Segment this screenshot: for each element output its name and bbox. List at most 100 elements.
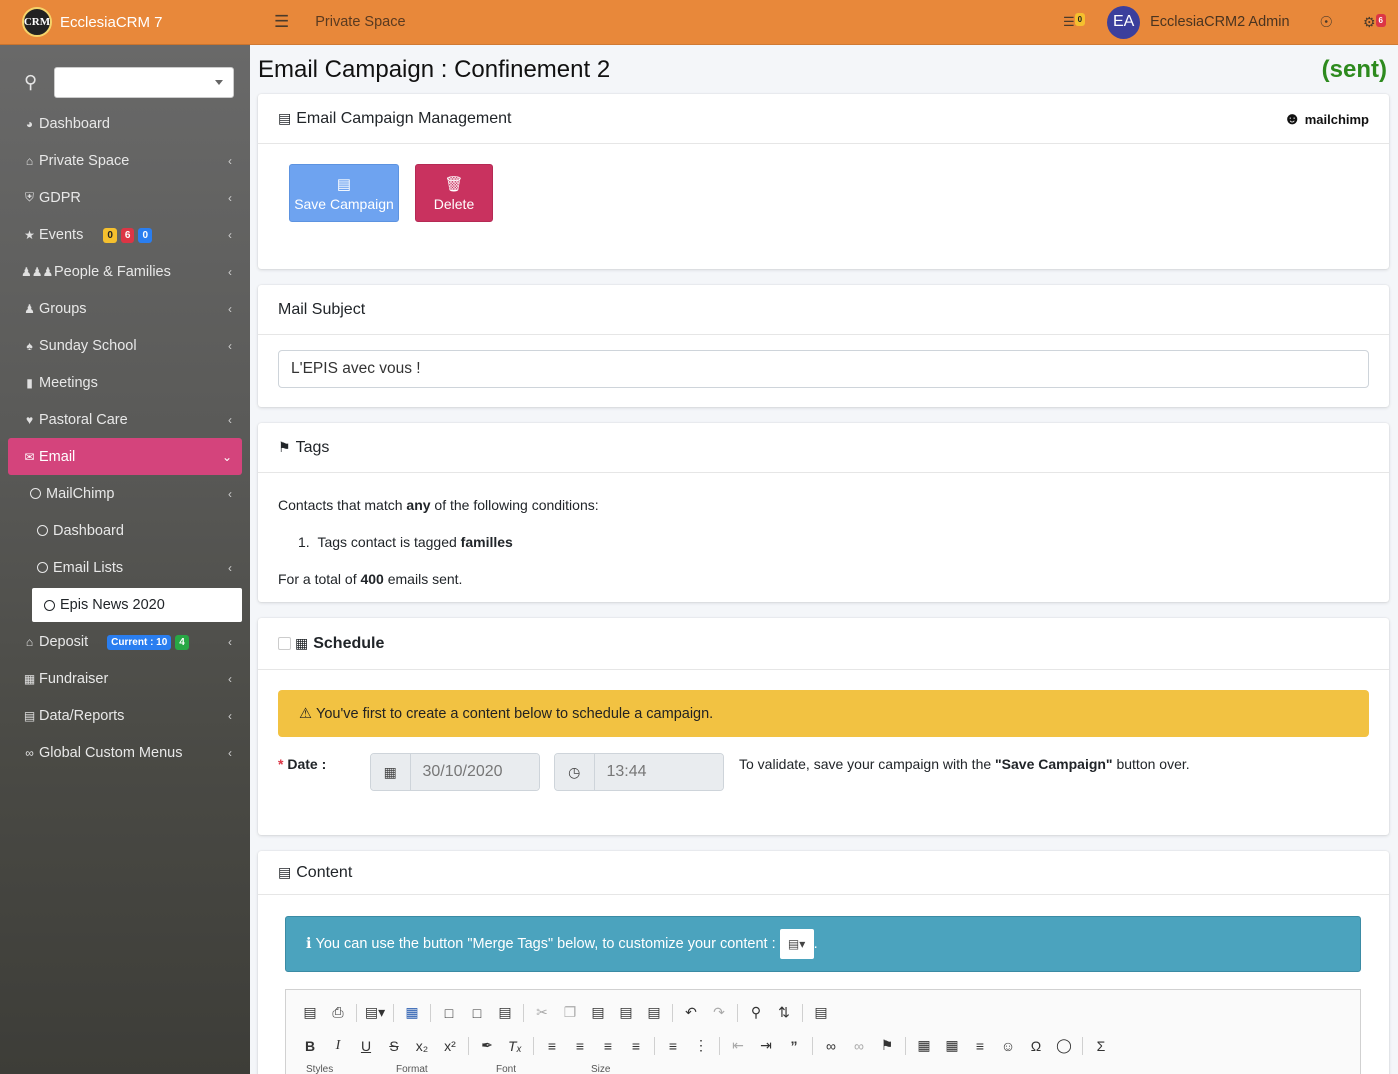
sidebar-item-private-space[interactable]: ⌂ Private Space ‹ <box>0 142 250 179</box>
new-page-icon[interactable]: □ <box>435 1005 463 1021</box>
sidebar-item-email-lists[interactable]: Email Lists ‹ <box>0 549 250 586</box>
brand[interactable]: CRM EcclesiaCRM 7 <box>0 0 250 45</box>
cut-icon[interactable]: ✂ <box>528 1004 556 1021</box>
sidebar-item-label: Fundraiser <box>39 670 109 687</box>
smiley-icon[interactable]: ☺ <box>994 1038 1022 1054</box>
subscript-icon[interactable]: x₂ <box>408 1038 436 1054</box>
child-icon: ♠ <box>26 338 33 353</box>
sidebar-item-global-custom-menus[interactable]: ∞ Global Custom Menus ‹ <box>0 734 250 771</box>
numbered-list-icon[interactable]: ≡ <box>659 1038 687 1054</box>
merge-tags-info-text: You can use the button "Merge Tags" belo… <box>315 936 776 952</box>
users-icon: ♟ <box>24 301 35 316</box>
indent-icon[interactable]: ⇥ <box>752 1037 780 1054</box>
search-select[interactable] <box>54 66 234 98</box>
time-input[interactable]: 13:44 <box>594 754 723 790</box>
chevron-left-icon: ‹ <box>228 339 232 353</box>
template-icon[interactable]: ▤▾ <box>361 1004 389 1021</box>
schedule-checkbox[interactable] <box>278 637 291 650</box>
align-right-icon[interactable]: ≡ <box>594 1038 622 1054</box>
paste-word-icon[interactable]: ▤ <box>640 1004 668 1021</box>
bold-icon[interactable]: B <box>296 1038 324 1054</box>
cart-button[interactable]: ☰ 0 <box>1063 13 1086 30</box>
sidebar-item-dashboard[interactable]: ◕ Dashboard <box>0 105 250 142</box>
sidebar-item-pastoral-care[interactable]: ♥ Pastoral Care ‹ <box>0 401 250 438</box>
save-icon[interactable]: ▦ <box>398 1004 426 1021</box>
format-painter-icon[interactable]: ✒ <box>473 1037 501 1054</box>
avatar[interactable]: EA <box>1107 5 1141 39</box>
total-count: 400 <box>360 571 384 587</box>
templates-icon[interactable]: ▤ <box>491 1004 519 1021</box>
underline-icon[interactable]: U <box>352 1038 380 1054</box>
file-icon: ▤ <box>278 864 292 880</box>
hint-text-end: button over. <box>1112 756 1190 772</box>
required-mark: * <box>278 756 288 772</box>
sidebar-item-events[interactable]: ★ Events 060 ‹ <box>0 216 250 253</box>
time-picker[interactable]: ◷ 13:44 <box>554 753 724 791</box>
sidebar-item-email[interactable]: ✉ Email ⌄ <box>8 438 242 475</box>
sidebar-item-deposit[interactable]: ⌂ Deposit Current : 10 4 ‹ <box>0 623 250 660</box>
sidebar-item-meetings[interactable]: ▮ Meetings <box>0 364 250 401</box>
paste-icon[interactable]: ▤ <box>584 1004 612 1021</box>
blank-page-icon[interactable]: □ <box>463 1005 491 1021</box>
table-icon[interactable]: ▦ <box>938 1037 966 1054</box>
topbar-section-link[interactable]: Private Space <box>315 14 405 30</box>
chevron-down-icon: ⌄ <box>221 450 232 464</box>
omega-icon[interactable]: Ω <box>1022 1038 1050 1054</box>
paste-text-icon[interactable]: ▤ <box>612 1004 640 1021</box>
help-icon[interactable]: ☉ <box>1320 13 1333 31</box>
sigma-icon[interactable]: Σ <box>1087 1038 1115 1054</box>
anchor-flag-icon[interactable]: ⚑ <box>873 1037 901 1054</box>
sidebar-item-sunday-school[interactable]: ♠ Sunday School ‹ <box>0 327 250 364</box>
tags-title: Tags <box>295 438 330 456</box>
italic-icon[interactable]: I <box>324 1038 352 1054</box>
link-icon[interactable]: ∞ <box>817 1038 845 1054</box>
toolbar-divider <box>1082 1036 1083 1055</box>
superscript-icon[interactable]: x² <box>436 1038 464 1054</box>
sidebar-item-people-families[interactable]: ♟♟♟ People & Families ‹ <box>0 253 250 290</box>
sidebar-item-data-reports[interactable]: ▤ Data/Reports ‹ <box>0 697 250 734</box>
user-name[interactable]: EcclesiaCRM2 Admin <box>1150 14 1289 30</box>
save-campaign-button[interactable]: ▤ Save Campaign <box>289 164 399 222</box>
subject-input[interactable]: L'EPIS avec vous ! <box>278 350 1369 388</box>
preview-icon[interactable]: ▤ <box>296 1004 324 1021</box>
sidebar-item-epis-news-2020[interactable]: Epis News 2020 <box>32 588 242 622</box>
redo-icon[interactable]: ↷ <box>705 1004 733 1021</box>
sidebar-item-gdpr[interactable]: ⛨ GDPR ‹ <box>0 179 250 216</box>
sidebar-item-mailchimp[interactable]: MailChimp ‹ <box>0 475 250 512</box>
sidebar-item-fundraiser[interactable]: ▦ Fundraiser ‹ <box>0 660 250 697</box>
settings-button[interactable]: ⚙ 6 <box>1363 13 1386 31</box>
size-combo[interactable]: Size <box>591 1064 691 1074</box>
blockquote-icon[interactable]: ” <box>780 1038 808 1054</box>
select-all-icon[interactable]: ▤ <box>807 1004 835 1021</box>
align-justify-icon[interactable]: ≡ <box>622 1038 650 1054</box>
copy-icon[interactable]: ❐ <box>556 1004 584 1021</box>
font-combo[interactable]: Font <box>496 1064 591 1074</box>
brand-name: EcclesiaCRM 7 <box>60 13 163 31</box>
status-badge: (sent) <box>1321 56 1387 83</box>
bullet-list-icon[interactable]: ⋮ <box>687 1037 715 1054</box>
globe-icon[interactable]: ◯ <box>1050 1037 1078 1054</box>
replace-icon[interactable]: ⇅ <box>770 1004 798 1021</box>
outdent-icon[interactable]: ⇤ <box>724 1037 752 1054</box>
sidebar-item-groups[interactable]: ♟ Groups ‹ <box>0 290 250 327</box>
styles-combo[interactable]: Styles <box>306 1064 396 1074</box>
content-title: Content <box>296 863 353 881</box>
align-left-icon[interactable]: ≡ <box>538 1038 566 1054</box>
horizontal-rule-icon[interactable]: ≡ <box>966 1038 994 1054</box>
delete-button[interactable]: 🗑 Delete <box>415 164 493 222</box>
print-icon[interactable]: ⎙ <box>324 1004 352 1021</box>
date-input[interactable]: 30/10/2020 <box>410 754 539 790</box>
align-center-icon[interactable]: ≡ <box>566 1038 594 1054</box>
bank-icon: ⌂ <box>25 634 34 649</box>
merge-tags-button[interactable]: ▤▾ <box>779 929 814 959</box>
strikethrough-icon[interactable]: S <box>380 1038 408 1054</box>
date-picker[interactable]: ▦ 30/10/2020 <box>370 753 540 791</box>
sidebar-item-mailchimp-dashboard[interactable]: Dashboard <box>0 512 250 549</box>
format-combo[interactable]: Format <box>396 1064 496 1074</box>
image-icon[interactable]: ▦ <box>910 1037 938 1054</box>
hamburger-menu-icon[interactable]: ☰ <box>274 12 289 32</box>
remove-format-icon[interactable]: Tₓ <box>501 1038 529 1054</box>
find-icon[interactable]: ⚲ <box>742 1004 770 1021</box>
unlink-icon[interactable]: ∞ <box>845 1038 873 1054</box>
undo-icon[interactable]: ↶ <box>677 1004 705 1021</box>
